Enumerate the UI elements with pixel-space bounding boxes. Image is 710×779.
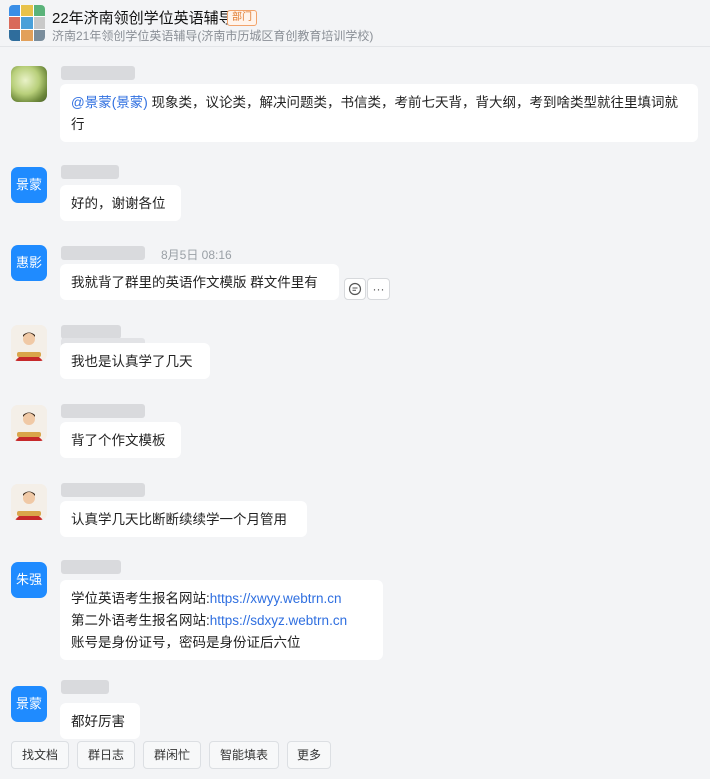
avatar[interactable] (11, 66, 47, 102)
avatar[interactable]: 景蒙 (11, 686, 47, 722)
avatar[interactable] (11, 405, 47, 441)
quick-action-more[interactable]: 更多 (287, 741, 331, 769)
message-text: 我就背了群里的英语作文模版 群文件里有 (71, 275, 318, 290)
message-time: 8月5日 08:16 (161, 248, 232, 262)
field-label: 学位英语考生报名网站: (71, 591, 210, 606)
message-text: 现象类，议论类，解决问题类，书信类，考前七天背，背大纲，考到啥类型就往里填词就行 (71, 95, 678, 132)
registration-link[interactable]: https://xwyy.webtrn.cn (210, 591, 342, 606)
message-text: 账号是身份证号，密码是身份证后六位 (71, 635, 301, 650)
message-bubble[interactable]: 我也是认真学了几天 (60, 343, 210, 379)
sender-name-blurred (61, 165, 119, 179)
quick-action-group-log[interactable]: 群日志 (77, 741, 135, 769)
message-bubble[interactable]: 学位英语考生报名网站:https://xwyy.webtrn.cn 第二外语考生… (60, 580, 383, 660)
avatar[interactable]: 景蒙 (11, 167, 47, 203)
quick-action-group-busy[interactable]: 群闲忙 (143, 741, 201, 769)
quick-action-find-doc[interactable]: 找文档 (11, 741, 69, 769)
more-dots-icon: ··· (372, 282, 385, 296)
department-badge: 部门 (227, 10, 257, 26)
group-title[interactable]: 22年济南领创学位英语辅导 (52, 7, 234, 28)
sender-name-blurred (61, 246, 145, 260)
message-text: 我也是认真学了几天 (71, 354, 193, 369)
message-text: 背了个作文模板 (71, 433, 166, 448)
message-bubble[interactable]: 都好厉害 (60, 703, 140, 739)
field-label: 第二外语考生报名网站: (71, 613, 210, 628)
message-bubble[interactable]: 认真学几天比断断续续学一个月管用 (60, 501, 307, 537)
message-bubble[interactable]: 我就背了群里的英语作文模版 群文件里有 (60, 264, 339, 300)
quick-action-smart-form[interactable]: 智能填表 (209, 741, 279, 769)
more-button[interactable]: ··· (367, 278, 390, 300)
avatar[interactable]: 惠影 (11, 245, 47, 281)
group-avatar[interactable] (9, 5, 45, 41)
sender-name-blurred (61, 404, 145, 418)
registration-link[interactable]: https://sdxyz.webtrn.cn (210, 613, 347, 628)
group-subtitle: 济南21年领创学位英语辅导(济南市历城区育创教育培训学校) (52, 29, 374, 43)
sender-name-blurred (61, 66, 135, 80)
message-bubble[interactable]: 好的，谢谢各位 (60, 185, 181, 221)
mention[interactable]: @景蒙(景蒙) (71, 95, 148, 110)
message-text: 都好厉害 (71, 714, 125, 729)
avatar[interactable] (11, 484, 47, 520)
message-bubble[interactable]: 背了个作文模板 (60, 422, 181, 458)
message-text: 认真学几天比断断续续学一个月管用 (71, 512, 287, 527)
sender-name-blurred (61, 560, 121, 574)
message-bubble[interactable]: @景蒙(景蒙) 现象类，议论类，解决问题类，书信类，考前七天背，背大纲，考到啥类… (60, 84, 698, 142)
sender-name-blurred (61, 483, 145, 497)
sender-name-blurred (61, 680, 109, 694)
message-text: 好的，谢谢各位 (71, 196, 166, 211)
chat-bubble-icon (348, 282, 362, 296)
avatar[interactable]: 朱强 (11, 562, 47, 598)
sender-name-blurred (61, 325, 121, 339)
chat-header: 22年济南领创学位英语辅导 部门 济南21年领创学位英语辅导(济南市历城区育创教… (0, 0, 710, 47)
avatar[interactable] (11, 325, 47, 361)
reply-button[interactable] (344, 278, 366, 300)
